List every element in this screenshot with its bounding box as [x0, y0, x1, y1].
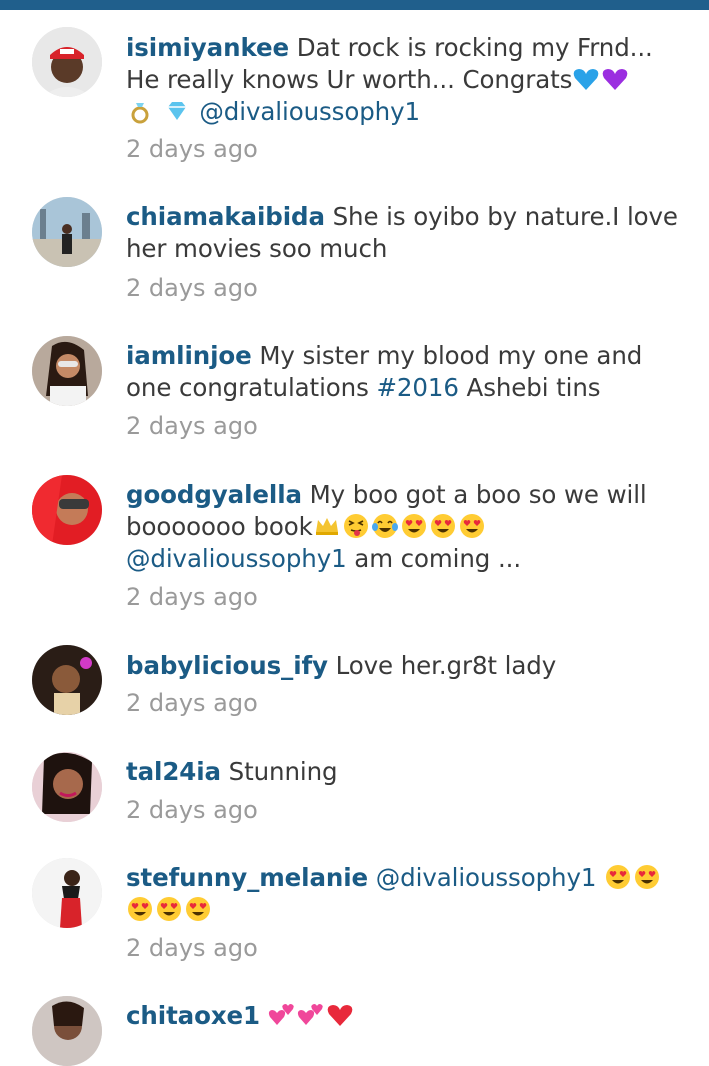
mention-link[interactable]: @divalioussophy1: [376, 863, 597, 892]
comment-text: her movies soo much: [126, 234, 388, 263]
squint-tongue-face-icon: [342, 512, 370, 540]
comment-text: My boo got a boo so we will: [309, 480, 647, 509]
comment-text: one congratulations: [126, 373, 377, 402]
heart-eyes-face-icon: [155, 895, 183, 923]
mention-link[interactable]: @divalioussophy1: [199, 97, 420, 126]
purple-heart-icon: [601, 65, 629, 93]
username-link[interactable]: iamlinjoe: [126, 341, 252, 370]
blue-heart-icon: [572, 65, 600, 93]
heart-eyes-face-icon: [429, 512, 457, 540]
gem-icon: [163, 97, 191, 125]
heart-eyes-face-icon: [400, 512, 428, 540]
heart-eyes-face-icon: [126, 895, 154, 923]
username-link[interactable]: chitaoxe1: [126, 1001, 260, 1030]
heart-eyes-face-icon: [633, 863, 661, 891]
avatar[interactable]: [32, 475, 102, 545]
avatar[interactable]: [32, 336, 102, 406]
username-link[interactable]: babylicious_ify: [126, 651, 328, 680]
username-link[interactable]: isimiyankee: [126, 33, 289, 62]
red-heart-icon: [326, 1001, 354, 1029]
comment-text: Ashebi tins: [458, 373, 601, 402]
hashtag-link[interactable]: #2016: [376, 373, 458, 402]
top-app-bar: [0, 0, 709, 10]
username-link[interactable]: goodgyalella: [126, 480, 302, 509]
timestamp: 2 days ago: [126, 934, 258, 962]
avatar[interactable]: [32, 858, 102, 928]
timestamp: 2 days ago: [126, 689, 258, 717]
avatar[interactable]: [32, 996, 102, 1066]
username-link[interactable]: chiamakaibida: [126, 202, 325, 231]
username-link[interactable]: tal24ia: [126, 757, 221, 786]
comment-text: My sister my blood my one and: [259, 341, 643, 370]
two-hearts-icon: [297, 1001, 325, 1029]
timestamp: 2 days ago: [126, 274, 258, 302]
comment-text: She is oyibo by nature.I love: [332, 202, 678, 231]
two-hearts-icon: [268, 1001, 296, 1029]
ring-icon: [126, 97, 154, 125]
timestamp: 2 days ago: [126, 135, 258, 163]
comment-text: Stunning: [228, 757, 338, 786]
avatar[interactable]: [32, 27, 102, 97]
username-link[interactable]: stefunny_melanie: [126, 863, 368, 892]
avatar[interactable]: [32, 752, 102, 822]
avatar[interactable]: [32, 645, 102, 715]
comment-text: booooooo book: [126, 512, 313, 541]
comment-text: Dat rock is rocking my Frnd...: [296, 33, 653, 62]
timestamp: 2 days ago: [126, 412, 258, 440]
comment-text: Love her.gr8t lady: [335, 651, 557, 680]
heart-eyes-face-icon: [184, 895, 212, 923]
comment-text: am coming ...: [346, 544, 522, 573]
heart-eyes-face-icon: [458, 512, 486, 540]
mention-link[interactable]: @divalioussophy1: [126, 544, 347, 573]
timestamp: 2 days ago: [126, 796, 258, 824]
crown-icon: [313, 512, 341, 540]
heart-eyes-face-icon: [604, 863, 632, 891]
avatar[interactable]: [32, 197, 102, 267]
comment-text: He really knows Ur worth... Congrats: [126, 65, 573, 94]
tears-of-joy-face-icon: [371, 512, 399, 540]
timestamp: 2 days ago: [126, 583, 258, 611]
